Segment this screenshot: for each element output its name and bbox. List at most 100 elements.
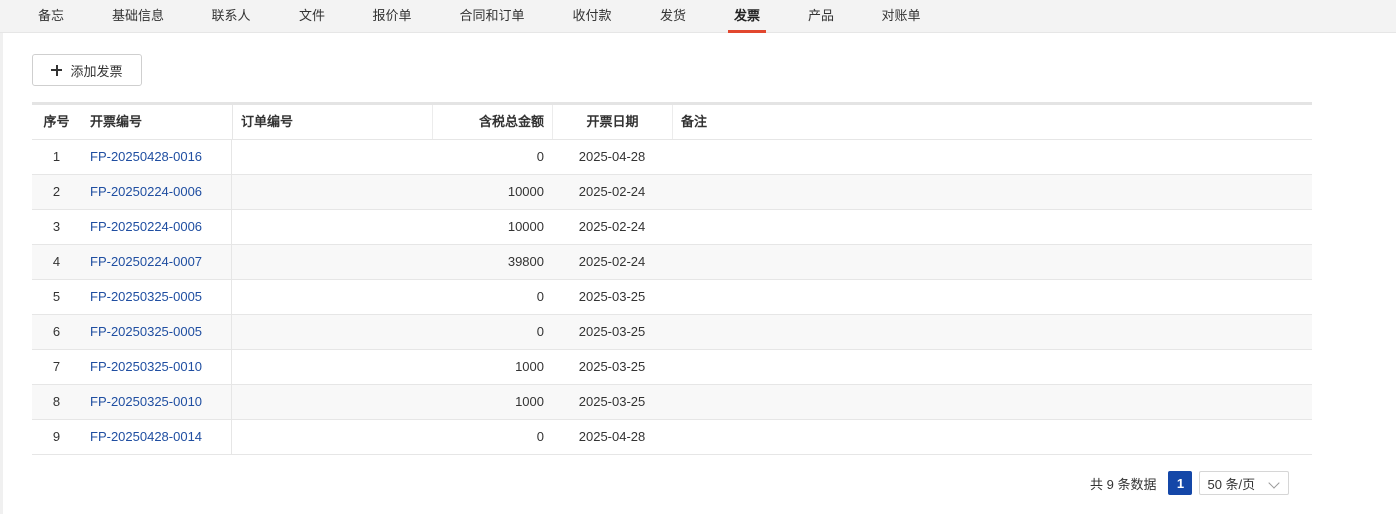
tab-basic-info[interactable]: 基础信息: [112, 0, 164, 33]
add-invoice-button[interactable]: 添加发票: [32, 54, 142, 86]
table-row: 3 FP-20250224-0006 10000 2025-02-24: [32, 210, 1312, 245]
page-size-value: 50 条/页: [1207, 476, 1256, 492]
invoice-number-link: FP-20250224-0006: [82, 210, 232, 244]
page-button-current[interactable]: 1: [1168, 471, 1193, 495]
tab-quotes[interactable]: 报价单: [372, 0, 411, 33]
tab-shipping[interactable]: 发货: [660, 0, 686, 33]
note: [672, 420, 1312, 454]
note: [672, 280, 1312, 314]
invoice-link[interactable]: FP-20250325-0005: [90, 289, 202, 304]
table-row: 2 FP-20250224-0006 10000 2025-02-24: [32, 175, 1312, 210]
order-number: [232, 280, 432, 314]
invoice-date: 2025-03-25: [578, 289, 646, 304]
chevron-down-icon: [1268, 477, 1281, 489]
invoice-link[interactable]: FP-20250325-0010: [90, 359, 202, 374]
invoice-number-link: FP-20250428-0014: [82, 420, 232, 454]
invoice-link[interactable]: FP-20250224-0006: [90, 184, 202, 199]
table-row: 9 FP-20250428-0014 0 2025-04-28: [32, 420, 1312, 455]
order-number: [232, 385, 432, 419]
order-number: [232, 140, 432, 174]
amount: 0: [536, 429, 544, 444]
order-number: [232, 315, 432, 349]
row-index: 4: [52, 254, 61, 269]
col-header-date[interactable]: 开票日期: [552, 105, 672, 139]
order-number: [232, 350, 432, 384]
row-index: 9: [52, 429, 61, 444]
invoice-table: 序号 开票编号 订单编号 含税总金额 开票日期 备注 1 FP-20250428-…: [32, 102, 1312, 455]
amount: 10000: [507, 219, 544, 234]
invoice-link[interactable]: FP-20250224-0007: [90, 254, 202, 269]
total-count: 共 9 条数据: [1090, 476, 1157, 492]
row-index: 5: [52, 289, 61, 304]
tab-contracts-orders[interactable]: 合同和订单: [459, 0, 524, 33]
order-number: [232, 175, 432, 209]
invoice-number-link: FP-20250224-0006: [82, 175, 232, 209]
note: [672, 245, 1312, 279]
row-index: 3: [52, 219, 61, 234]
table-row: 6 FP-20250325-0005 0 2025-03-25: [32, 315, 1312, 350]
table-row: 7 FP-20250325-0010 1000 2025-03-25: [32, 350, 1312, 385]
table-row: 5 FP-20250325-0005 0 2025-03-25: [32, 280, 1312, 315]
tab-files[interactable]: 文件: [299, 0, 325, 33]
tab-invoices[interactable]: 发票: [727, 0, 767, 33]
row-index: 1: [52, 149, 61, 164]
invoice-link[interactable]: FP-20250224-0006: [90, 219, 202, 234]
tab-payments[interactable]: 收付款: [572, 0, 611, 33]
invoice-link[interactable]: FP-20250325-0010: [90, 394, 202, 409]
note: [672, 140, 1312, 174]
amount: 10000: [507, 184, 544, 199]
invoice-link[interactable]: FP-20250325-0005: [90, 324, 202, 339]
table-row: 4 FP-20250224-0007 39800 2025-02-24: [32, 245, 1312, 280]
invoice-link[interactable]: FP-20250428-0014: [90, 429, 202, 444]
amount: 0: [536, 289, 544, 304]
col-header-amount[interactable]: 含税总金额: [432, 105, 552, 139]
plus-icon: [51, 64, 63, 76]
row-index: 2: [52, 184, 61, 199]
invoice-number-link: FP-20250325-0010: [82, 350, 232, 384]
row-index: 6: [52, 324, 61, 339]
tab-products[interactable]: 产品: [808, 0, 834, 33]
order-number: [232, 420, 432, 454]
note: [672, 175, 1312, 209]
amount: 39800: [507, 254, 544, 269]
invoice-number-link: FP-20250224-0007: [82, 245, 232, 279]
note: [672, 385, 1312, 419]
table-row: 1 FP-20250428-0016 0 2025-04-28: [32, 140, 1312, 175]
page-size-select[interactable]: 50 条/页: [1199, 471, 1290, 495]
invoice-date: 2025-04-28: [578, 149, 646, 164]
row-index: 7: [52, 359, 61, 374]
invoice-date: 2025-02-24: [578, 219, 646, 234]
col-header-note[interactable]: 备注: [672, 105, 1312, 139]
invoice-link[interactable]: FP-20250428-0016: [90, 149, 202, 164]
tab-bar: 备忘 基础信息 联系人 文件 报价单 合同和订单 收付款 发货 发票 产品 对账…: [0, 0, 1396, 33]
note: [672, 210, 1312, 244]
invoice-number-link: FP-20250325-0010: [82, 385, 232, 419]
invoice-number-link: FP-20250325-0005: [82, 280, 232, 314]
col-header-invoice-no[interactable]: 开票编号: [82, 105, 232, 139]
amount: 0: [536, 324, 544, 339]
row-index: 8: [52, 394, 61, 409]
col-header-order-no[interactable]: 订单编号: [232, 105, 432, 139]
invoice-date: 2025-03-25: [578, 359, 646, 374]
page-left-border: [0, 0, 3, 514]
amount: 1000: [515, 394, 544, 409]
note: [672, 350, 1312, 384]
invoice-date: 2025-02-24: [578, 254, 646, 269]
table-header: 序号 开票编号 订单编号 含税总金额 开票日期 备注: [32, 105, 1312, 140]
tab-statements[interactable]: 对账单: [881, 0, 920, 33]
tab-memo[interactable]: 备忘: [38, 0, 64, 33]
invoice-number-link: FP-20250325-0005: [82, 315, 232, 349]
invoice-date: 2025-02-24: [578, 184, 646, 199]
order-number: [232, 245, 432, 279]
amount: 1000: [515, 359, 544, 374]
invoice-date: 2025-03-25: [578, 394, 646, 409]
col-header-index[interactable]: 序号: [32, 105, 81, 139]
invoice-date: 2025-03-25: [578, 324, 646, 339]
invoice-number-link: FP-20250428-0016: [82, 140, 232, 174]
amount: 0: [536, 149, 544, 164]
order-number: [232, 210, 432, 244]
note: [672, 315, 1312, 349]
add-invoice-label: 添加发票: [70, 63, 123, 79]
tab-contacts[interactable]: 联系人: [211, 0, 250, 33]
invoice-date: 2025-04-28: [578, 429, 646, 444]
